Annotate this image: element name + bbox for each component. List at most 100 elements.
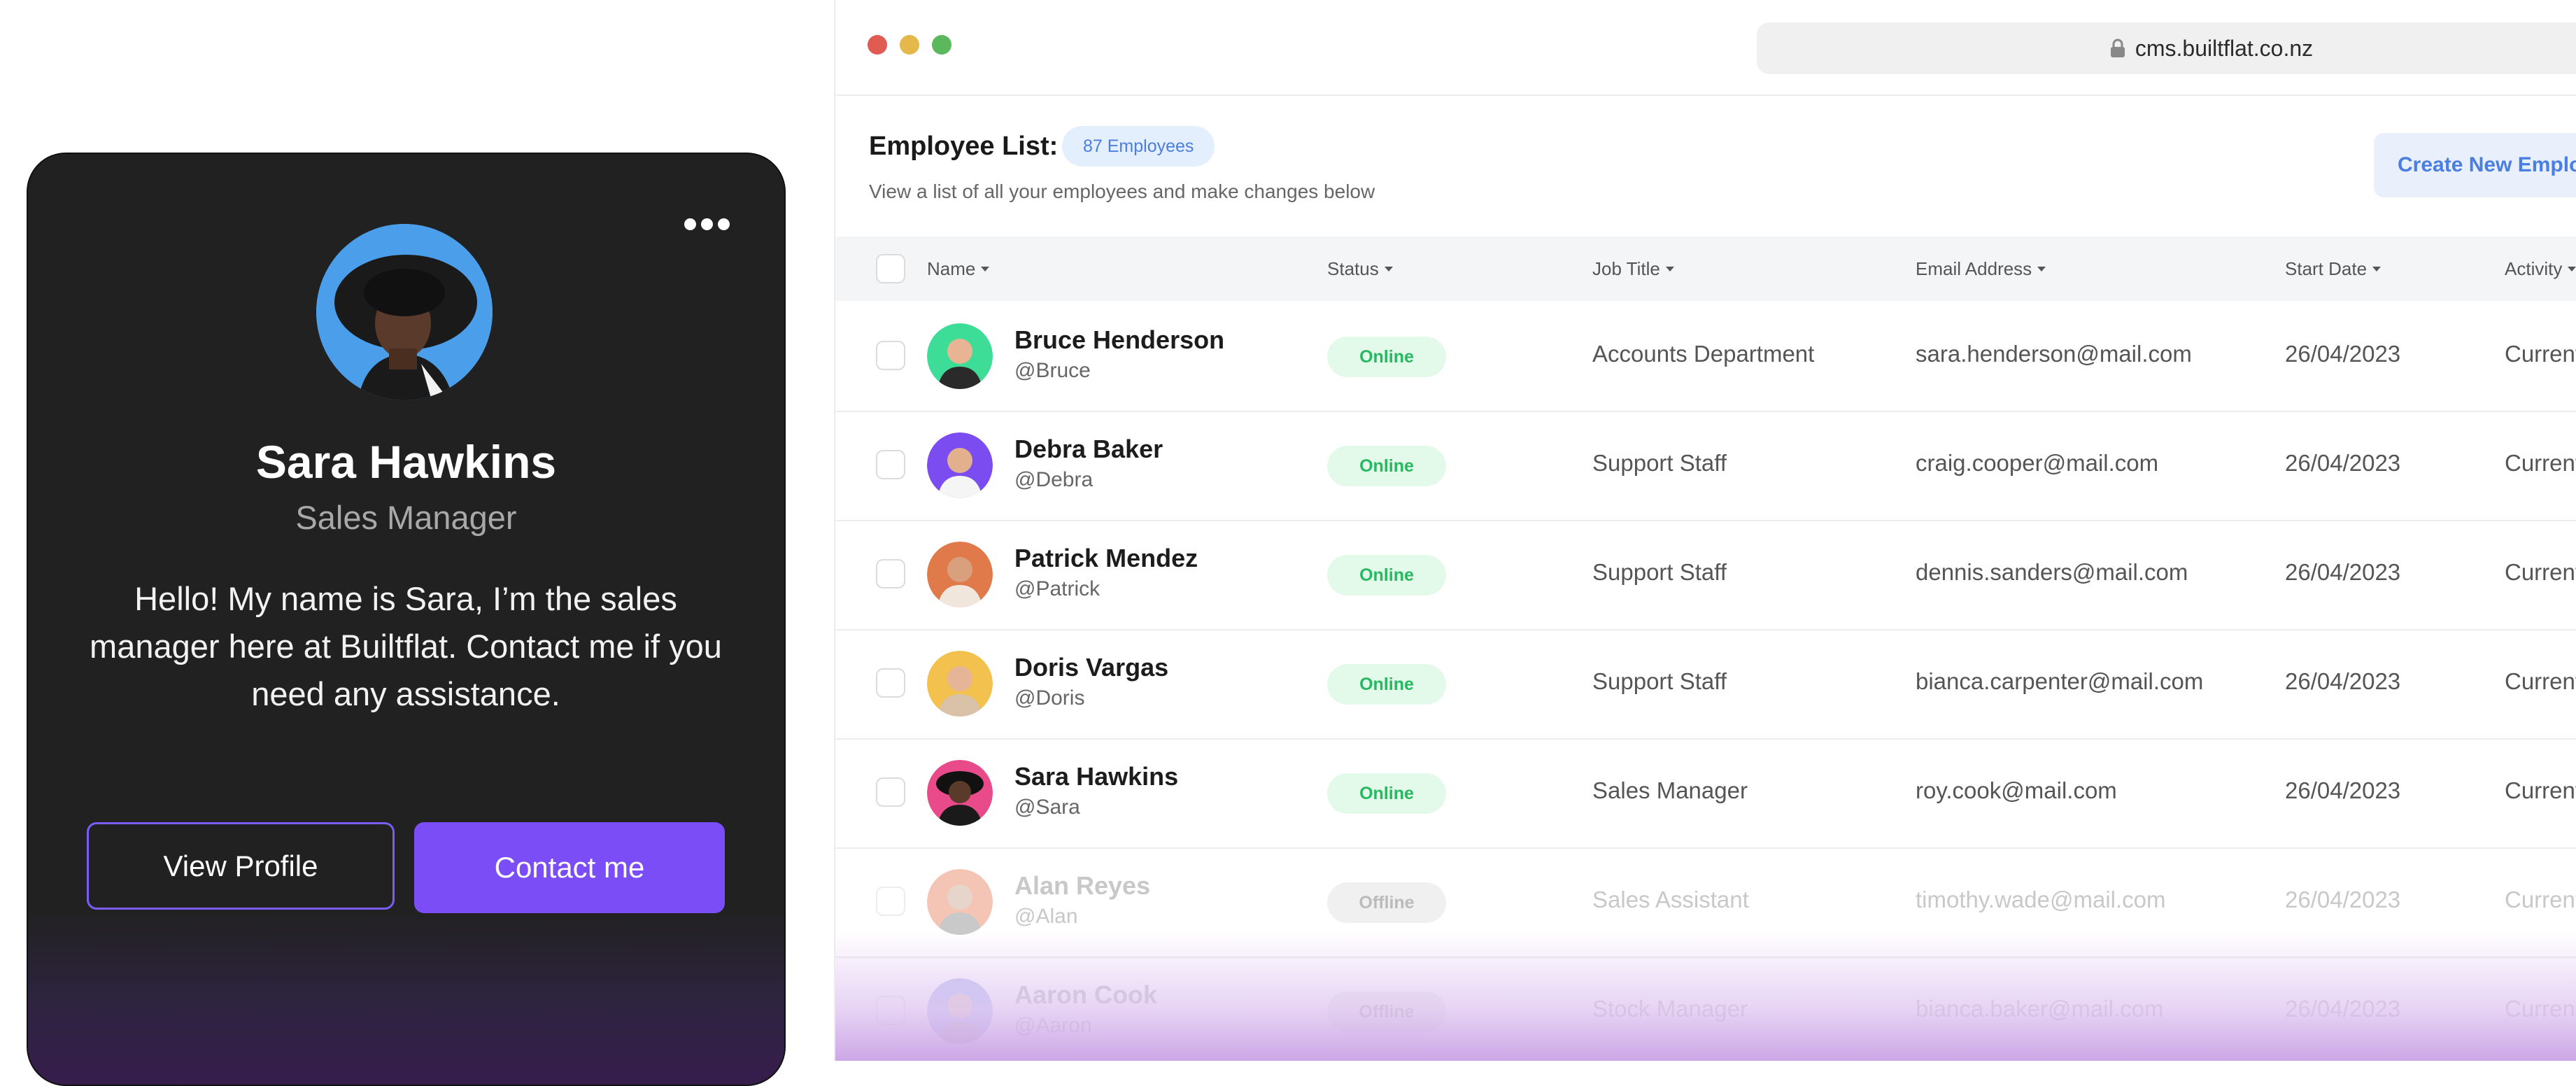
minimize-window-icon[interactable] (900, 35, 919, 55)
start-date-cell: 26/04/2023 (2285, 450, 2401, 476)
address-bar[interactable]: cms.builtflat.co.nz (1757, 22, 2576, 74)
employee-handle: @Doris (1014, 686, 1085, 710)
employee-name: Sara Hawkins (1014, 762, 1179, 791)
employee-avatar (927, 978, 993, 1044)
table-row[interactable]: Debra Baker @Debra Online Support Staff … (835, 411, 2576, 521)
profile-avatar (316, 224, 493, 400)
card-gradient (28, 910, 784, 1085)
employee-name: Debra Baker (1014, 435, 1163, 463)
sort-caret-icon (1384, 266, 1393, 272)
start-date-cell: 26/04/2023 (2285, 668, 2401, 694)
table-row[interactable]: Aaron Cook @Aaron Offline Stock Manager … (835, 957, 2576, 1061)
job-title-cell: Support Staff (1592, 559, 1727, 585)
toolbar-divider (835, 94, 2576, 96)
table-row[interactable]: Patrick Mendez @Patrick Online Support S… (835, 520, 2576, 630)
page-subtitle: View a list of all your employees and ma… (869, 181, 1375, 202)
profile-card: Sara Hawkins Sales Manager Hello! My nam… (27, 153, 786, 1086)
employee-name: Alan Reyes (1014, 871, 1151, 900)
job-title-cell: Sales Manager (1592, 777, 1748, 803)
create-employee-button[interactable]: Create New Employee (2374, 133, 2576, 197)
job-title-cell: Support Staff (1592, 668, 1727, 694)
row-checkbox[interactable] (876, 996, 905, 1025)
employee-avatar (927, 432, 993, 498)
job-title-cell: Sales Assistant (1592, 887, 1749, 912)
employee-avatar (927, 869, 993, 935)
profile-bio: Hello! My name is Sara, I’m the sales ma… (90, 580, 722, 712)
column-header-name[interactable]: Name (927, 237, 990, 301)
sort-caret-icon (1665, 266, 1674, 272)
maximize-window-icon[interactable] (932, 35, 951, 55)
status-badge: Online (1327, 555, 1446, 595)
column-header-status[interactable]: Status (1327, 237, 1393, 301)
table-row[interactable]: Sara Hawkins @Sara Online Sales Manager … (835, 738, 2576, 849)
status-badge: Online (1327, 337, 1446, 377)
email-cell: timothy.wade@mail.com (1916, 887, 2166, 912)
profile-name: Sara Hawkins (255, 436, 557, 488)
employee-avatar (927, 760, 993, 826)
column-header-job-title[interactable]: Job Title (1592, 237, 1674, 301)
employee-name: Aaron Cook (1014, 980, 1158, 1009)
job-title-cell: Accounts Department (1592, 341, 1815, 367)
column-header-start-date[interactable]: Start Date (2285, 237, 2382, 301)
email-cell: dennis.sanders@mail.com (1916, 559, 2188, 585)
activity-cell: Current (2505, 450, 2576, 476)
start-date-cell: 26/04/2023 (2285, 559, 2401, 585)
employee-count-badge: 87 Employees (1062, 126, 1215, 167)
email-cell: sara.henderson@mail.com (1916, 341, 2192, 367)
activity-cell: Current (2505, 777, 2576, 803)
activity-cell: Current (2505, 996, 2576, 1022)
close-window-icon[interactable] (868, 35, 887, 55)
view-profile-button[interactable]: View Profile (87, 822, 395, 910)
status-badge: Online (1327, 664, 1446, 705)
employee-handle: @Debra (1014, 468, 1094, 491)
row-checkbox[interactable] (876, 668, 905, 698)
sort-caret-icon (981, 266, 990, 272)
employee-avatar (927, 323, 993, 389)
url-text: cms.builtflat.co.nz (2135, 35, 2314, 61)
employee-handle: @Aaron (1014, 1014, 1092, 1037)
browser-window: cms.builtflat.co.nz Employee List: 87 Em… (834, 0, 2576, 1061)
profile-role: Sales Manager (295, 499, 517, 536)
table-row[interactable]: Doris Vargas @Doris Online Support Staff… (835, 629, 2576, 740)
activity-cell: Current (2505, 887, 2576, 912)
column-header-email[interactable]: Email Address (1916, 237, 2046, 301)
status-badge: Online (1327, 773, 1446, 814)
start-date-cell: 26/04/2023 (2285, 996, 2401, 1022)
start-date-cell: 26/04/2023 (2285, 887, 2401, 912)
employee-handle: @Sara (1014, 796, 1080, 819)
row-checkbox[interactable] (876, 559, 905, 588)
sort-caret-icon (2568, 266, 2576, 272)
row-checkbox[interactable] (876, 341, 905, 370)
email-cell: roy.cook@mail.com (1916, 777, 2117, 803)
job-title-cell: Stock Manager (1592, 996, 1748, 1022)
sort-caret-icon (2037, 266, 2046, 272)
email-cell: bianca.carpenter@mail.com (1916, 668, 2204, 694)
row-checkbox[interactable] (876, 777, 905, 807)
table-header: Name Status Job Title Email Address Star… (835, 237, 2576, 301)
row-checkbox[interactable] (876, 450, 905, 479)
email-cell: craig.cooper@mail.com (1916, 450, 2159, 476)
employee-avatar (927, 542, 993, 607)
column-header-activity[interactable]: Activity (2505, 237, 2576, 301)
page-title: Employee List: (869, 132, 1059, 161)
employee-handle: @Bruce (1014, 359, 1091, 382)
table-row[interactable]: Alan Reyes @Alan Offline Sales Assistant… (835, 847, 2576, 958)
row-checkbox[interactable] (876, 887, 905, 916)
contact-me-button[interactable]: Contact me (414, 822, 725, 913)
sort-caret-icon (2372, 266, 2382, 272)
email-cell: bianca.baker@mail.com (1916, 996, 2164, 1022)
select-all-checkbox[interactable] (876, 254, 905, 283)
start-date-cell: 26/04/2023 (2285, 341, 2401, 367)
employee-name: Patrick Mendez (1014, 544, 1198, 572)
activity-cell: Current (2505, 668, 2576, 694)
job-title-cell: Support Staff (1592, 450, 1727, 476)
activity-cell: Current (2505, 559, 2576, 585)
table-row[interactable]: Bruce Henderson @Bruce Online Accounts D… (835, 302, 2576, 412)
employee-name: Doris Vargas (1014, 653, 1169, 682)
status-badge: Offline (1327, 882, 1446, 923)
status-badge: Offline (1327, 992, 1446, 1032)
start-date-cell: 26/04/2023 (2285, 777, 2401, 803)
activity-cell: Current (2505, 341, 2576, 367)
employee-handle: @Alan (1014, 905, 1078, 928)
more-options-icon[interactable] (684, 218, 730, 230)
